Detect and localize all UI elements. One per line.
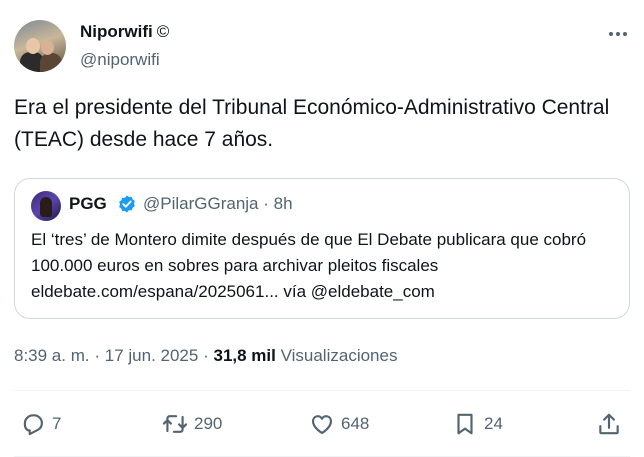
more-icon[interactable] <box>604 24 632 44</box>
quoted-tweet[interactable]: PGG @PilarGGranja · 8h El ‘tres’ de Mont… <box>14 178 630 319</box>
views-count[interactable]: 31,8 mil <box>213 346 275 365</box>
author-handle[interactable]: @niporwifi <box>80 49 160 71</box>
more-dot <box>616 32 620 36</box>
tweet-meta: 8:39 a. m. · 17 jun. 2025 · 31,8 mil Vis… <box>14 345 397 367</box>
reply-button[interactable]: 7 <box>20 408 61 440</box>
author-name[interactable]: Niporwifi <box>80 22 153 41</box>
action-bar: 7 290 648 24 <box>0 408 644 440</box>
quote-author-handle[interactable]: @PilarGGranja <box>143 194 259 213</box>
reply-icon <box>23 414 43 436</box>
tweet-time[interactable]: 8:39 a. m. <box>14 346 90 365</box>
avatar-figure <box>41 40 54 55</box>
repost-count: 290 <box>194 414 223 433</box>
quote-author-name[interactable]: PGG <box>69 192 107 216</box>
like-count: 648 <box>341 414 370 433</box>
views-label: Visualizaciones <box>280 346 398 365</box>
verified-badge-icon <box>119 195 135 213</box>
bookmark-count: 24 <box>484 414 503 433</box>
bookmark-button[interactable]: 24 <box>452 408 503 440</box>
tweet: Niporwifi © @niporwifi Era el presidente … <box>0 0 644 457</box>
quote-time[interactable]: · 8h <box>263 194 292 213</box>
like-icon <box>311 415 333 435</box>
meta-separator: · <box>203 346 209 365</box>
share-icon <box>599 413 619 435</box>
more-dot <box>609 32 613 36</box>
tweet-date[interactable]: 17 jun. 2025 <box>105 346 199 365</box>
share-button[interactable] <box>596 408 622 440</box>
quote-handle-row: @PilarGGranja · 8h <box>143 192 293 216</box>
like-button[interactable]: 648 <box>309 408 369 440</box>
reply-count: 7 <box>52 414 62 433</box>
repost-icon <box>162 415 188 433</box>
meta-separator: · <box>94 346 101 365</box>
tweet-text: Era el presidente del Tribunal Económico… <box>14 96 610 151</box>
quote-text: El ‘tres’ de Montero dimite después de q… <box>31 230 587 301</box>
author-avatar[interactable] <box>14 20 66 72</box>
bookmark-icon <box>457 413 473 435</box>
avatar-figure <box>40 53 62 72</box>
more-dot <box>623 32 627 36</box>
avatar-figure <box>40 197 52 217</box>
repost-button[interactable]: 290 <box>162 408 222 440</box>
author-mark: © <box>156 22 170 41</box>
quote-avatar[interactable] <box>31 191 61 221</box>
divider <box>14 390 630 391</box>
author-name-row[interactable]: Niporwifi © <box>80 21 169 43</box>
avatar-figure <box>26 38 40 54</box>
